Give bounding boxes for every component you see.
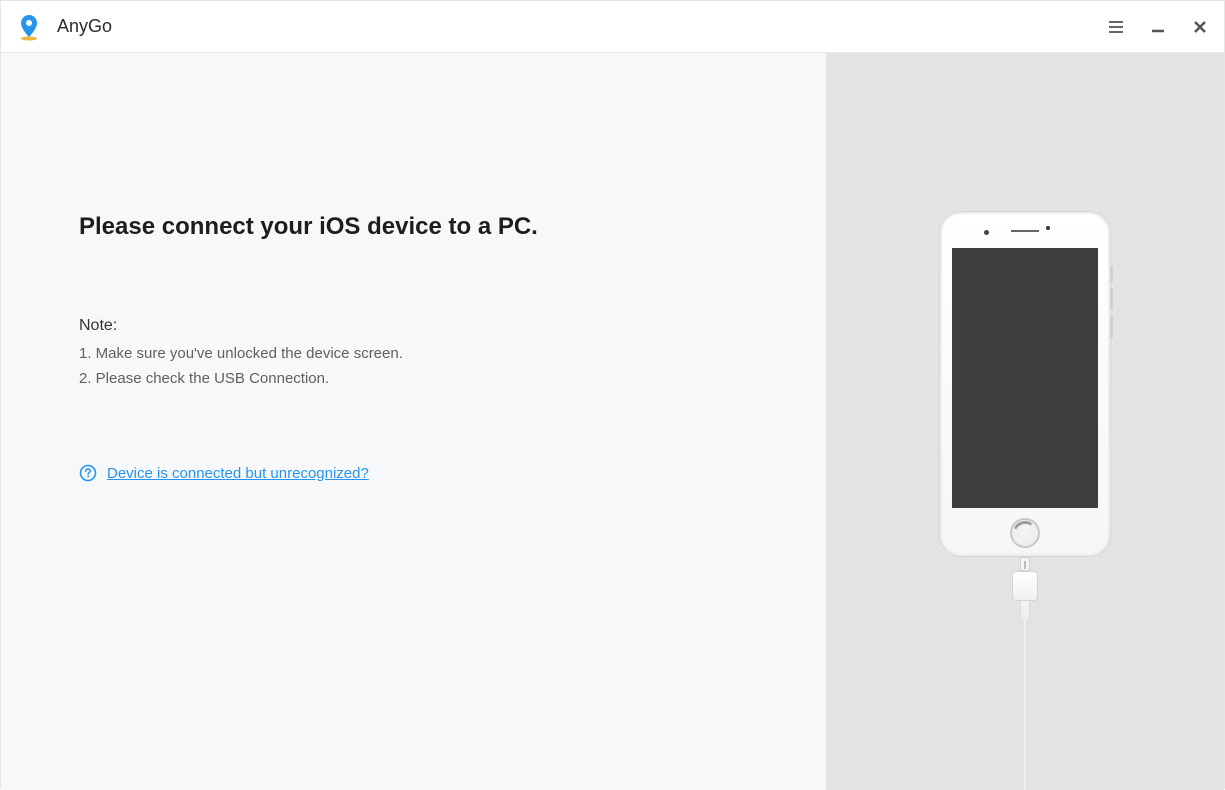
unrecognized-device-link[interactable]: Device is connected but unrecognized? <box>107 465 369 482</box>
note-list: 1. Make sure you've unlocked the device … <box>79 343 826 390</box>
device-illustration-panel <box>826 53 1224 790</box>
body: Please connect your iOS device to a PC. … <box>1 53 1224 790</box>
map-pin-icon <box>15 13 43 41</box>
app-logo: AnyGo <box>15 13 112 41</box>
minimize-icon <box>1150 19 1166 35</box>
iphone-illustration <box>939 211 1111 557</box>
page-heading: Please connect your iOS device to a PC. <box>79 213 826 241</box>
menu-button[interactable] <box>1100 11 1132 43</box>
help-row: Device is connected but unrecognized? <box>79 464 826 482</box>
close-button[interactable] <box>1184 11 1216 43</box>
help-circle-icon <box>79 464 97 482</box>
titlebar: AnyGo <box>1 1 1224 53</box>
app-title: AnyGo <box>57 16 112 37</box>
connect-instructions-panel: Please connect your iOS device to a PC. … <box>1 53 826 790</box>
note-item: 2. Please check the USB Connection. <box>79 368 826 391</box>
close-icon <box>1192 19 1208 35</box>
lightning-cable-illustration <box>1012 557 1038 790</box>
window-controls <box>1100 11 1216 43</box>
note-item: 1. Make sure you've unlocked the device … <box>79 343 826 366</box>
note-label: Note: <box>79 317 826 335</box>
minimize-button[interactable] <box>1142 11 1174 43</box>
hamburger-icon <box>1107 18 1125 36</box>
